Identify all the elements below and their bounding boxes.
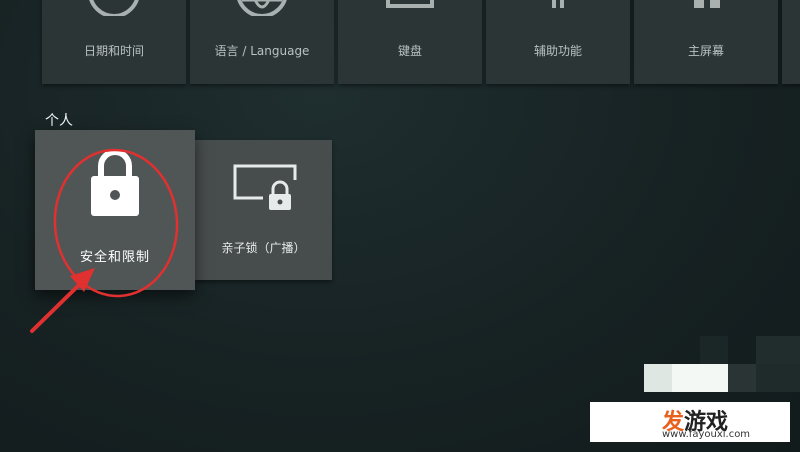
tile-keyboard[interactable]: 键盘 — [338, 0, 482, 84]
pixel-block — [756, 364, 800, 392]
watermark-url: www.fayouxi.com — [662, 429, 751, 440]
section-title-personal: 个人 — [45, 113, 73, 129]
pixel-block — [728, 364, 756, 392]
screen-lock-icon — [233, 164, 297, 210]
globe-icon — [237, 0, 287, 16]
accessibility-icon — [552, 0, 564, 8]
home-screen-icon — [694, 0, 720, 8]
pixel-block — [672, 364, 728, 392]
tile-language[interactable]: 语言 / Language — [190, 0, 334, 84]
watermark: 发游戏 www.fayouxi.com — [590, 402, 790, 442]
tile-label: 主屏幕 — [687, 44, 724, 58]
tile-date-time[interactable]: 日期和时间 — [42, 0, 186, 84]
tile-label: 日期和时间 — [83, 44, 144, 58]
pixel-block — [644, 364, 672, 392]
tile-home-screen[interactable]: 主屏幕 — [634, 0, 778, 84]
tile-label: 键盘 — [397, 44, 422, 58]
tile-label: 辅助功能 — [533, 44, 582, 58]
tile-label: 语言 / Language — [214, 44, 310, 58]
tile-label: 安全和限制 — [79, 250, 150, 265]
tile-accessibility[interactable]: 辅助功能 — [486, 0, 630, 84]
pixel-block — [756, 336, 800, 364]
clock-icon — [89, 0, 139, 16]
keyboard-icon — [386, 0, 434, 8]
tile-security-restrictions[interactable]: 安全和限制 — [35, 130, 195, 290]
tile-parental-lock[interactable]: 亲子锁（广播） — [195, 140, 332, 280]
tile-partial[interactable] — [782, 0, 800, 84]
pixel-block — [700, 336, 728, 364]
tile-label: 亲子锁（广播） — [221, 241, 306, 255]
lock-icon — [91, 149, 139, 216]
